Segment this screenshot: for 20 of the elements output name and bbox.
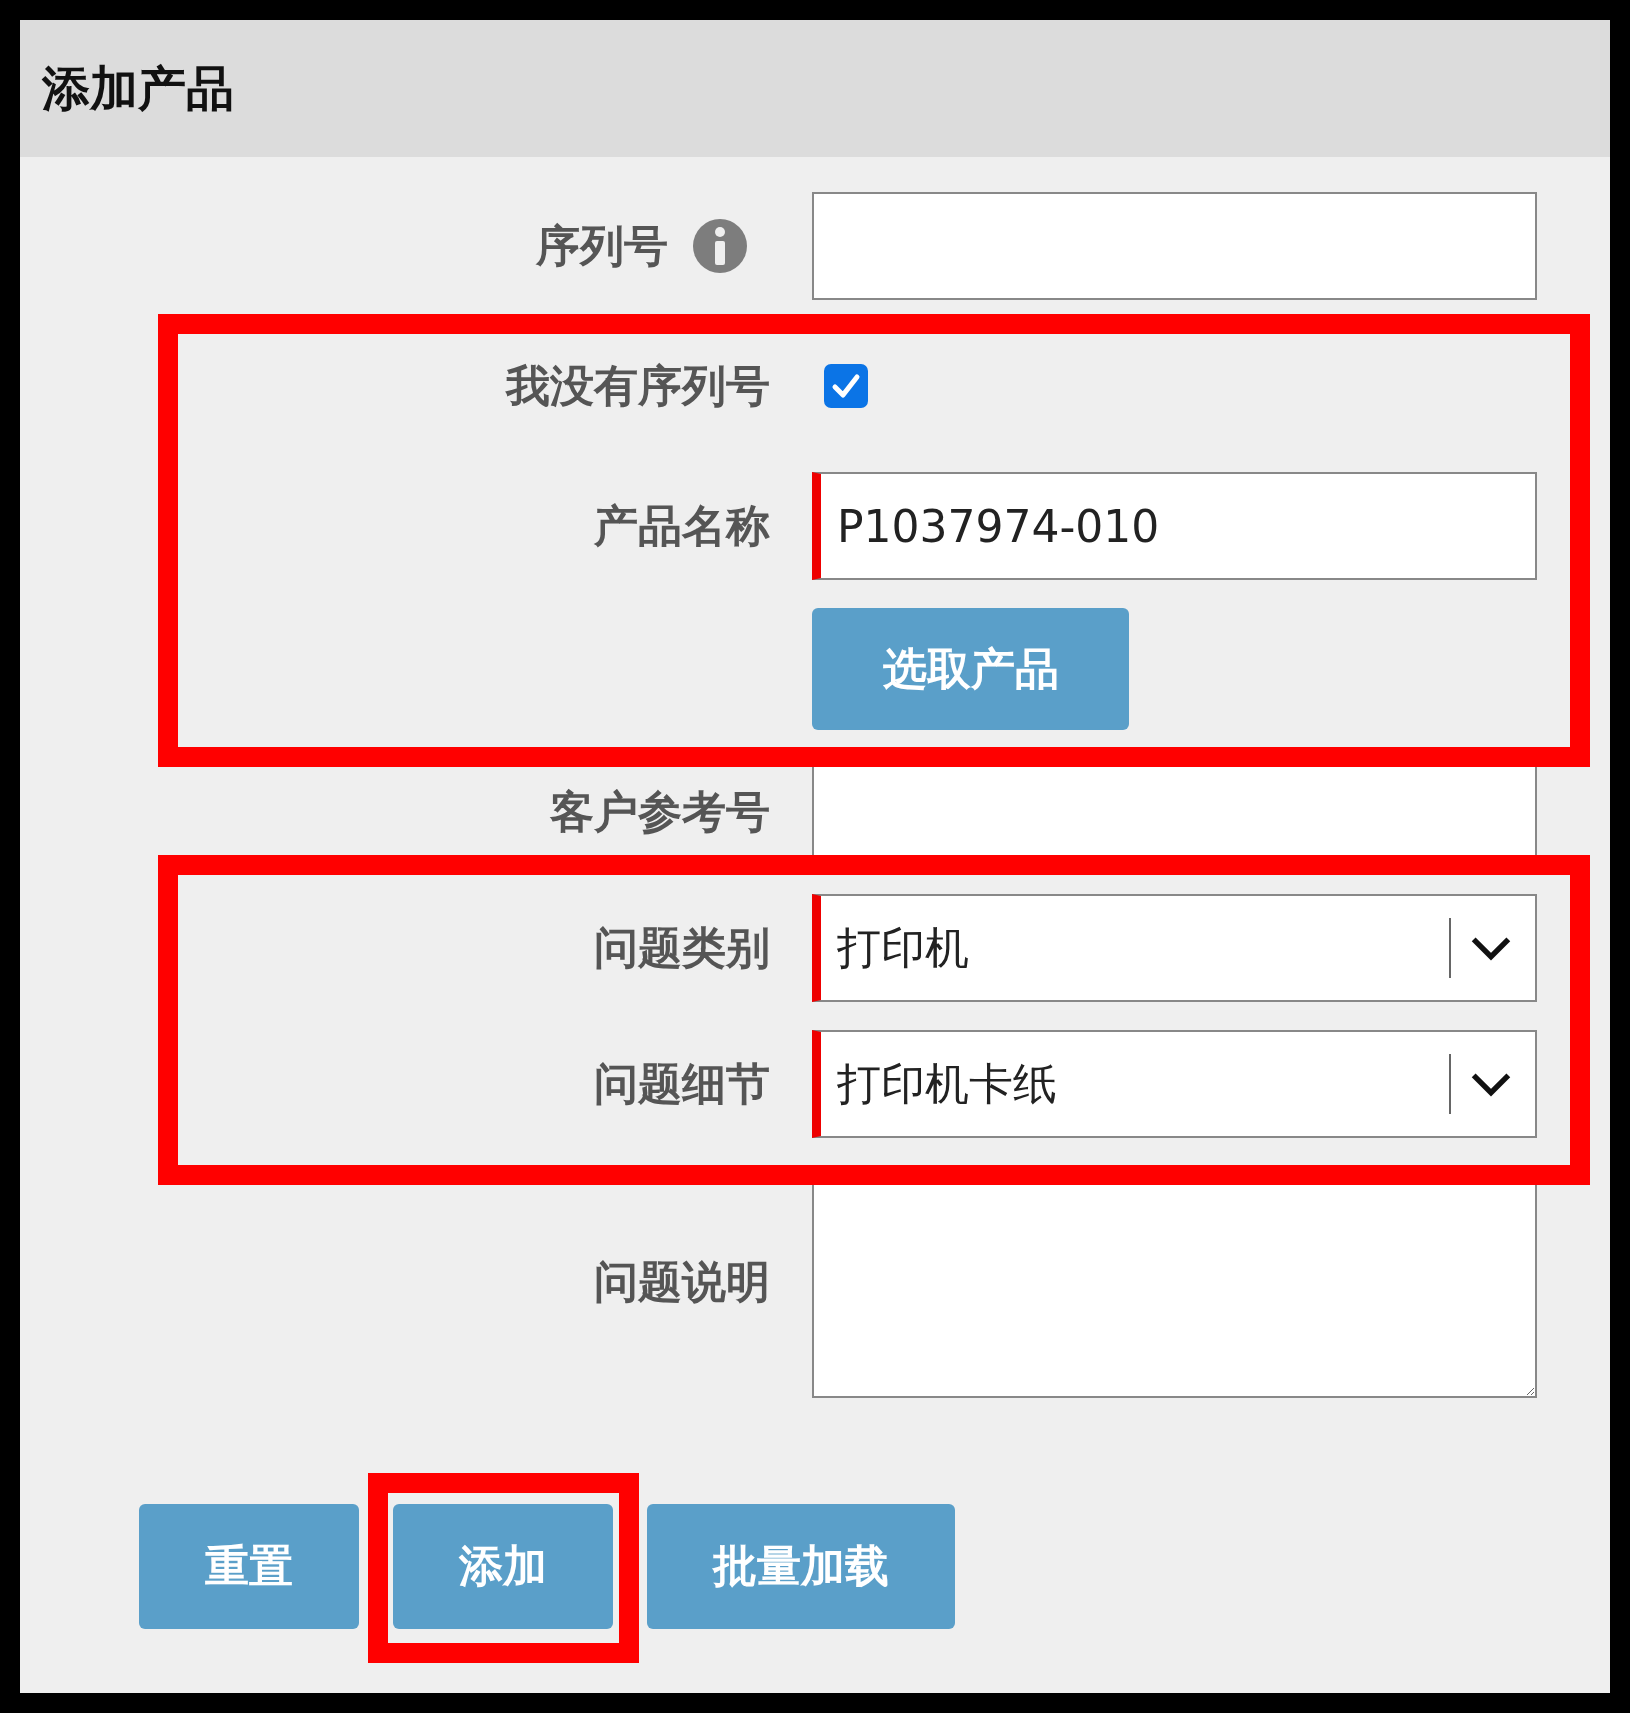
field-label: 问题细节: [594, 1056, 770, 1111]
text-field[interactable]: P1037974-010: [812, 472, 1537, 580]
field-label: 问题说明: [594, 1254, 770, 1309]
field-label: 客户参考号: [550, 784, 770, 839]
action-button[interactable]: 批量加载: [647, 1504, 955, 1629]
dropdown[interactable]: 打印机: [812, 894, 1537, 1002]
select-product-button[interactable]: 选取产品: [812, 608, 1129, 730]
panel-title: 添加产品: [42, 58, 234, 118]
checkbox[interactable]: [824, 364, 868, 408]
field-label: 序列号: [536, 218, 668, 273]
field-label: 我没有序列号: [506, 358, 770, 413]
text-field[interactable]: [812, 192, 1537, 300]
field-label: 问题类别: [594, 920, 770, 975]
dropdown[interactable]: 打印机卡纸: [812, 1030, 1537, 1138]
action-button[interactable]: 添加: [393, 1504, 613, 1629]
field-label: 产品名称: [594, 498, 770, 553]
chevron-down-icon: [1469, 935, 1513, 961]
info-icon[interactable]: [692, 218, 748, 274]
chevron-down-icon: [1469, 1071, 1513, 1097]
action-button[interactable]: 重置: [139, 1504, 359, 1629]
